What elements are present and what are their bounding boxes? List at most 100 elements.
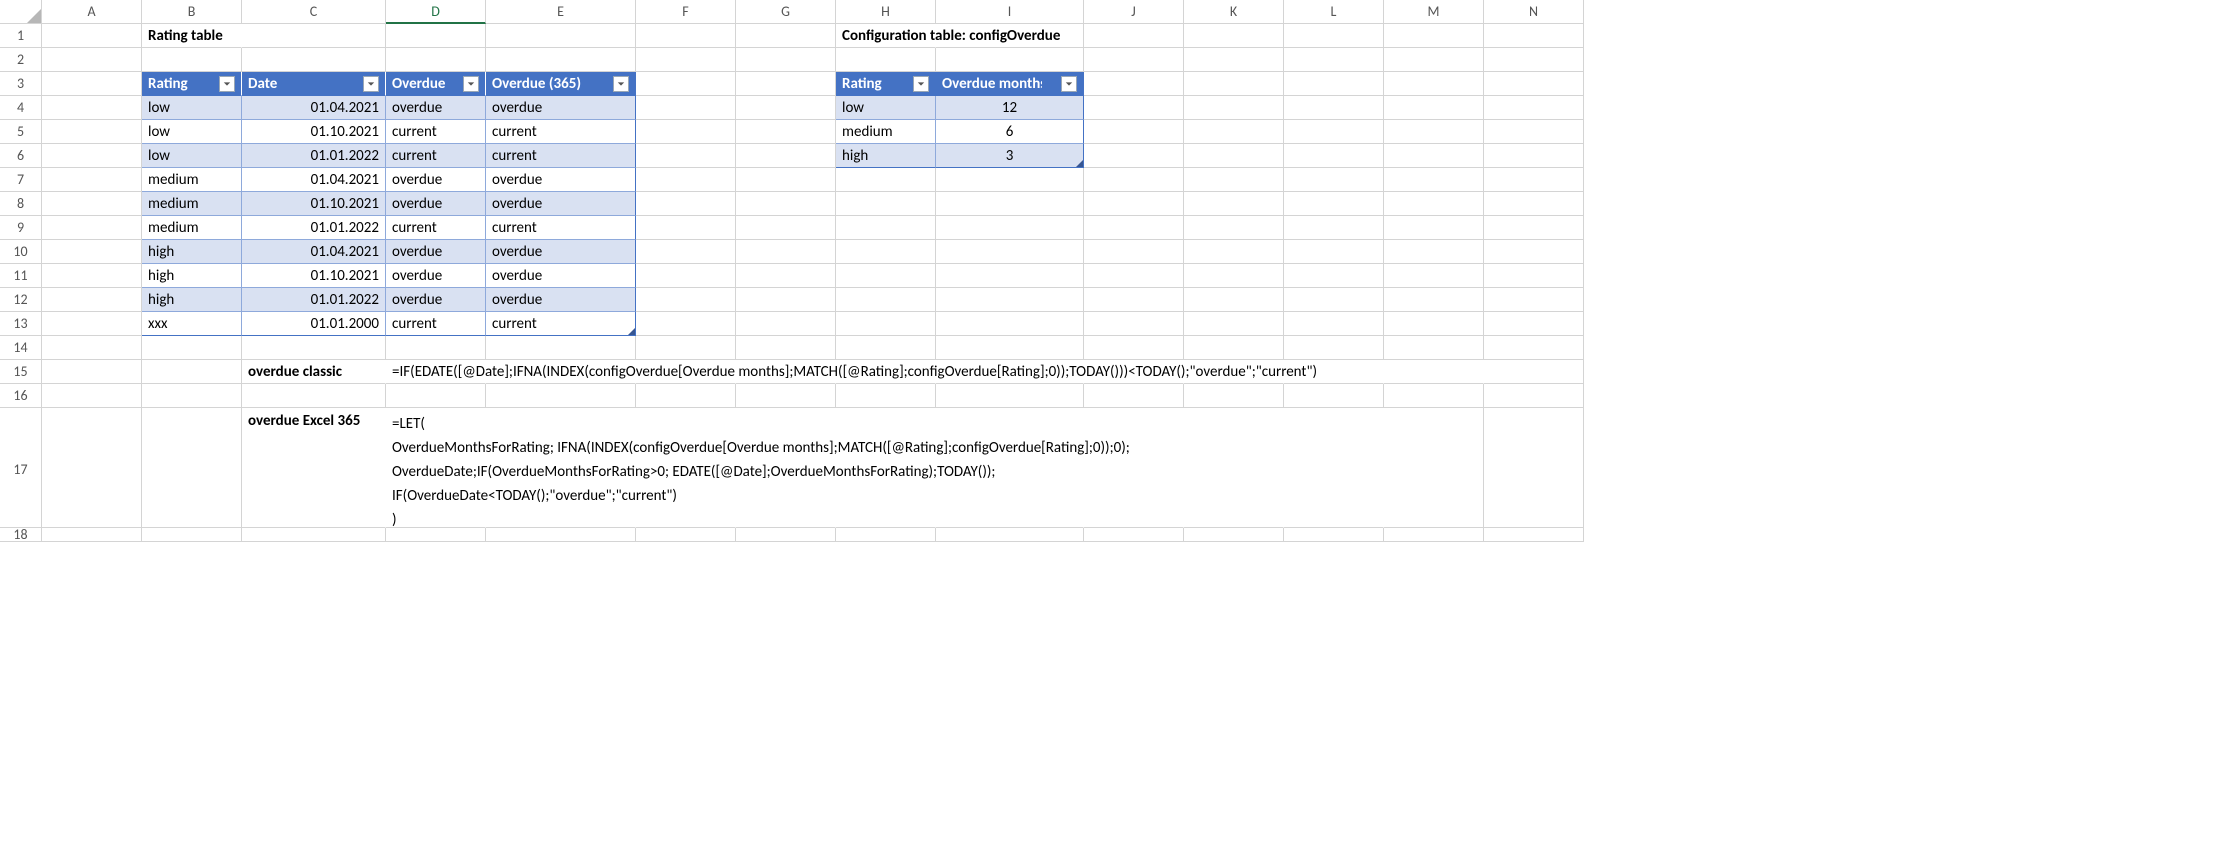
- cell-J10[interactable]: [1084, 240, 1184, 264]
- cell-K2[interactable]: [1184, 48, 1284, 72]
- cell-H2[interactable]: [836, 48, 936, 72]
- cell-L10[interactable]: [1284, 240, 1384, 264]
- cell-H1[interactable]: Configuration table: configOverdue: [836, 24, 936, 48]
- cell-G9[interactable]: [736, 216, 836, 240]
- cell-K16[interactable]: [1184, 384, 1284, 408]
- cell-D15[interactable]: =IF(EDATE([@Date];IFNA(INDEX(configOverd…: [386, 360, 486, 384]
- cell-G14[interactable]: [736, 336, 836, 360]
- cell-N12[interactable]: [1484, 288, 1584, 312]
- cell-A3[interactable]: [42, 72, 142, 96]
- cell-M11[interactable]: [1384, 264, 1484, 288]
- cell-K9[interactable]: [1184, 216, 1284, 240]
- cell-C15[interactable]: overdue classic: [242, 360, 386, 384]
- col-header-A[interactable]: A: [42, 0, 142, 24]
- row-header-4[interactable]: 4: [0, 96, 42, 120]
- cell-G6[interactable]: [736, 144, 836, 168]
- cell-B17[interactable]: [142, 408, 242, 528]
- cell-J11[interactable]: [1084, 264, 1184, 288]
- cell-M18[interactable]: [1384, 528, 1484, 542]
- cell-L16[interactable]: [1284, 384, 1384, 408]
- cell-E14[interactable]: [486, 336, 636, 360]
- cell-N3[interactable]: [1484, 72, 1584, 96]
- cell-M6[interactable]: [1384, 144, 1484, 168]
- row-header-15[interactable]: 15: [0, 360, 42, 384]
- cell-G11[interactable]: [736, 264, 836, 288]
- cell-K7[interactable]: [1184, 168, 1284, 192]
- table-cell[interactable]: overdue: [386, 192, 486, 216]
- cell-J13[interactable]: [1084, 312, 1184, 336]
- cell-D17[interactable]: =LET( OverdueMonthsForRating; IFNA(INDEX…: [386, 408, 486, 528]
- cell-I11[interactable]: [936, 264, 1084, 288]
- cell-L17[interactable]: [1284, 408, 1384, 528]
- cell-A16[interactable]: [42, 384, 142, 408]
- cell-M1[interactable]: [1384, 24, 1484, 48]
- cell-D1[interactable]: [386, 24, 486, 48]
- col-header-B[interactable]: B: [142, 0, 242, 24]
- col-header-L[interactable]: L: [1284, 0, 1384, 24]
- cell-N4[interactable]: [1484, 96, 1584, 120]
- cell-N1[interactable]: [1484, 24, 1584, 48]
- cell-A5[interactable]: [42, 120, 142, 144]
- cell-N8[interactable]: [1484, 192, 1584, 216]
- col-header-J[interactable]: J: [1084, 0, 1184, 24]
- cell-N14[interactable]: [1484, 336, 1584, 360]
- cell-H13[interactable]: [836, 312, 936, 336]
- table-cell[interactable]: current: [486, 144, 636, 168]
- table-cell[interactable]: low: [142, 96, 242, 120]
- filter-dropdown-icon[interactable]: [219, 76, 235, 92]
- cell-G12[interactable]: [736, 288, 836, 312]
- table-cell[interactable]: current: [386, 144, 486, 168]
- cell-G7[interactable]: [736, 168, 836, 192]
- table-cell[interactable]: 01.01.2022: [242, 216, 386, 240]
- cell-I12[interactable]: [936, 288, 1084, 312]
- cell-C16[interactable]: [242, 384, 386, 408]
- cell-J14[interactable]: [1084, 336, 1184, 360]
- cell-H11[interactable]: [836, 264, 936, 288]
- cell-E2[interactable]: [486, 48, 636, 72]
- cell-M12[interactable]: [1384, 288, 1484, 312]
- cell-A6[interactable]: [42, 144, 142, 168]
- cell-K10[interactable]: [1184, 240, 1284, 264]
- row-header-16[interactable]: 16: [0, 384, 42, 408]
- cell-N16[interactable]: [1484, 384, 1584, 408]
- table-cell[interactable]: low: [142, 144, 242, 168]
- cell-N11[interactable]: [1484, 264, 1584, 288]
- cell-H12[interactable]: [836, 288, 936, 312]
- cell-I9[interactable]: [936, 216, 1084, 240]
- rating-table-header-date[interactable]: Date: [242, 72, 386, 96]
- table-cell[interactable]: high: [142, 264, 242, 288]
- cell-G13[interactable]: [736, 312, 836, 336]
- cell-L6[interactable]: [1284, 144, 1384, 168]
- cell-H8[interactable]: [836, 192, 936, 216]
- cell-L7[interactable]: [1284, 168, 1384, 192]
- row-header-7[interactable]: 7: [0, 168, 42, 192]
- filter-dropdown-icon[interactable]: [1061, 76, 1077, 92]
- cell-J6[interactable]: [1084, 144, 1184, 168]
- table-cell[interactable]: low: [836, 96, 936, 120]
- row-header-14[interactable]: 14: [0, 336, 42, 360]
- cell-H16[interactable]: [836, 384, 936, 408]
- table-cell[interactable]: 12: [936, 96, 1084, 120]
- cell-N18[interactable]: [1484, 528, 1584, 542]
- filter-dropdown-icon[interactable]: [913, 76, 929, 92]
- col-header-K[interactable]: K: [1184, 0, 1284, 24]
- cell-I10[interactable]: [936, 240, 1084, 264]
- row-header-2[interactable]: 2: [0, 48, 42, 72]
- table-cell[interactable]: low: [142, 120, 242, 144]
- cell-C2[interactable]: [242, 48, 386, 72]
- cell-C1[interactable]: [242, 24, 386, 48]
- row-header-8[interactable]: 8: [0, 192, 42, 216]
- table-cell[interactable]: medium: [142, 216, 242, 240]
- cell-M2[interactable]: [1384, 48, 1484, 72]
- cell-F1[interactable]: [636, 24, 736, 48]
- cell-D14[interactable]: [386, 336, 486, 360]
- cell-K14[interactable]: [1184, 336, 1284, 360]
- cell-G16[interactable]: [736, 384, 836, 408]
- col-header-I[interactable]: I: [936, 0, 1084, 24]
- cell-F2[interactable]: [636, 48, 736, 72]
- cell-L4[interactable]: [1284, 96, 1384, 120]
- table-cell[interactable]: 3: [936, 144, 1084, 168]
- cell-N2[interactable]: [1484, 48, 1584, 72]
- row-header-6[interactable]: 6: [0, 144, 42, 168]
- cell-G8[interactable]: [736, 192, 836, 216]
